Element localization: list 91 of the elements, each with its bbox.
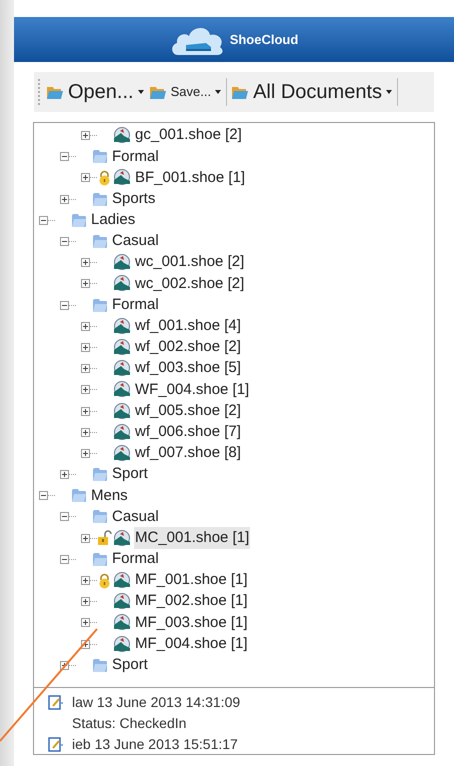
expand-toggle[interactable]	[81, 597, 90, 606]
collapse-toggle[interactable]	[39, 216, 48, 225]
shoe-file-icon	[113, 318, 131, 335]
edit-document-icon	[48, 736, 64, 752]
collapse-toggle[interactable]	[60, 554, 69, 564]
expand-toggle[interactable]	[81, 322, 90, 331]
status-text: Status: CheckedIn	[72, 714, 186, 733]
tree-item-label[interactable]: wf_007.shoe [8]	[134, 442, 242, 465]
folder-icon	[231, 84, 250, 100]
tree-item-label[interactable]: MF_001.shoe [1]	[134, 569, 249, 592]
folder-icon	[92, 509, 108, 524]
shoe-file-icon	[113, 614, 131, 632]
caret-icon	[386, 90, 392, 94]
folder-icon	[92, 298, 108, 313]
edit-document-icon	[48, 694, 64, 710]
shoe-file-icon	[113, 444, 131, 462]
expand-toggle[interactable]	[60, 470, 69, 480]
tree-item-label[interactable]: MF_002.shoe [1]	[134, 590, 249, 613]
folder-icon	[71, 212, 87, 228]
tree-item-label[interactable]: Casual	[111, 230, 160, 253]
tree-item-label[interactable]: BF_001.shoe [1]	[134, 166, 246, 190]
shoe-file-icon	[113, 593, 131, 610]
tree-item-label[interactable]: Formal	[111, 548, 160, 571]
shoe-file-icon	[113, 530, 131, 547]
folder-icon	[148, 84, 167, 100]
tree-item-label[interactable]: wf_005.shoe [2]	[134, 400, 242, 422]
tree-item-label[interactable]: wc_002.shoe [2]	[134, 272, 246, 296]
history-entry: law 13 June 2013 14:31:09	[72, 693, 240, 712]
collapse-toggle[interactable]	[60, 152, 69, 162]
expand-toggle[interactable]	[81, 342, 90, 352]
history-entry: ieb 13 June 2013 15:51:17	[72, 735, 238, 754]
expand-toggle[interactable]	[81, 279, 90, 288]
shoe-file-icon	[113, 338, 131, 356]
shoe-file-icon	[113, 169, 131, 186]
folder-icon	[92, 234, 108, 250]
tree-item-label[interactable]: gc_001.shoe [2]	[134, 124, 243, 147]
tree-item-label[interactable]: Sport	[111, 654, 149, 677]
tree-item-label[interactable]: wc_001.shoe [2]	[134, 251, 246, 274]
collapse-toggle[interactable]	[39, 491, 48, 500]
shoe-file-icon	[113, 254, 131, 272]
folder-icon	[92, 467, 108, 482]
expand-toggle[interactable]	[81, 258, 90, 268]
tree-item-label[interactable]: wf_006.shoe [7]	[134, 420, 242, 444]
folder-icon	[71, 488, 87, 504]
collapse-toggle[interactable]	[60, 512, 69, 522]
shoe-file-icon	[113, 360, 131, 378]
expand-toggle[interactable]	[81, 448, 90, 458]
toolbar-button[interactable]: Save...	[148, 82, 216, 102]
expand-toggle[interactable]	[81, 534, 90, 543]
expand-toggle[interactable]	[81, 364, 90, 374]
folder-icon	[92, 552, 108, 567]
expand-toggle[interactable]	[60, 194, 69, 204]
expand-toggle[interactable]	[81, 406, 90, 416]
tree-item-label[interactable]: MF_003.shoe [1]	[134, 612, 249, 634]
tree-item-label[interactable]: Casual	[111, 506, 160, 528]
tree-item-label[interactable]: wf_002.shoe [2]	[134, 336, 242, 359]
shoe-file-icon	[113, 127, 131, 144]
expand-toggle[interactable]	[81, 428, 90, 437]
folder-icon	[46, 84, 64, 100]
shoe-file-icon	[113, 402, 131, 420]
expand-toggle[interactable]	[81, 131, 90, 140]
expand-toggle[interactable]	[81, 173, 90, 182]
folder-icon	[92, 149, 108, 164]
tree-item-label[interactable]: Sports	[111, 188, 156, 210]
expand-toggle[interactable]	[81, 385, 90, 394]
caret-icon	[215, 90, 222, 94]
shoe-file-icon	[113, 381, 131, 398]
tree-item-label[interactable]: wf_003.shoe [5]	[134, 357, 242, 380]
expand-toggle[interactable]	[81, 618, 90, 628]
tree-item-label[interactable]: Formal	[111, 146, 160, 168]
collapse-toggle[interactable]	[60, 237, 69, 246]
tree-item-label[interactable]: wf_001.shoe [4]	[134, 315, 242, 338]
app-title: ShoeCloud	[230, 30, 298, 49]
shoe-file-icon	[113, 424, 131, 441]
tree-item-label[interactable]: MC_001.shoe [1]	[134, 526, 250, 550]
expand-toggle[interactable]	[81, 576, 90, 586]
shoe-file-icon	[113, 572, 131, 590]
collapse-toggle[interactable]	[60, 300, 69, 310]
tree-item-label[interactable]: MF_004.shoe [1]	[134, 632, 249, 656]
tree-item-label[interactable]: WF_004.shoe [1]	[134, 378, 250, 402]
caret-icon	[138, 90, 144, 94]
tree-item-label[interactable]: Formal	[111, 294, 160, 316]
folder-icon	[92, 192, 108, 207]
tree-item-label[interactable]: Mens	[90, 484, 129, 508]
toolbar-button[interactable]: All Documents	[231, 77, 386, 107]
toolbar-button[interactable]: Open...	[46, 77, 138, 107]
shoe-file-icon	[113, 636, 131, 653]
tree-item-label[interactable]: Ladies	[90, 209, 136, 232]
folder-icon	[92, 658, 108, 673]
shoe-file-icon	[113, 275, 131, 292]
tree-item-label[interactable]: Sport	[111, 463, 149, 486]
